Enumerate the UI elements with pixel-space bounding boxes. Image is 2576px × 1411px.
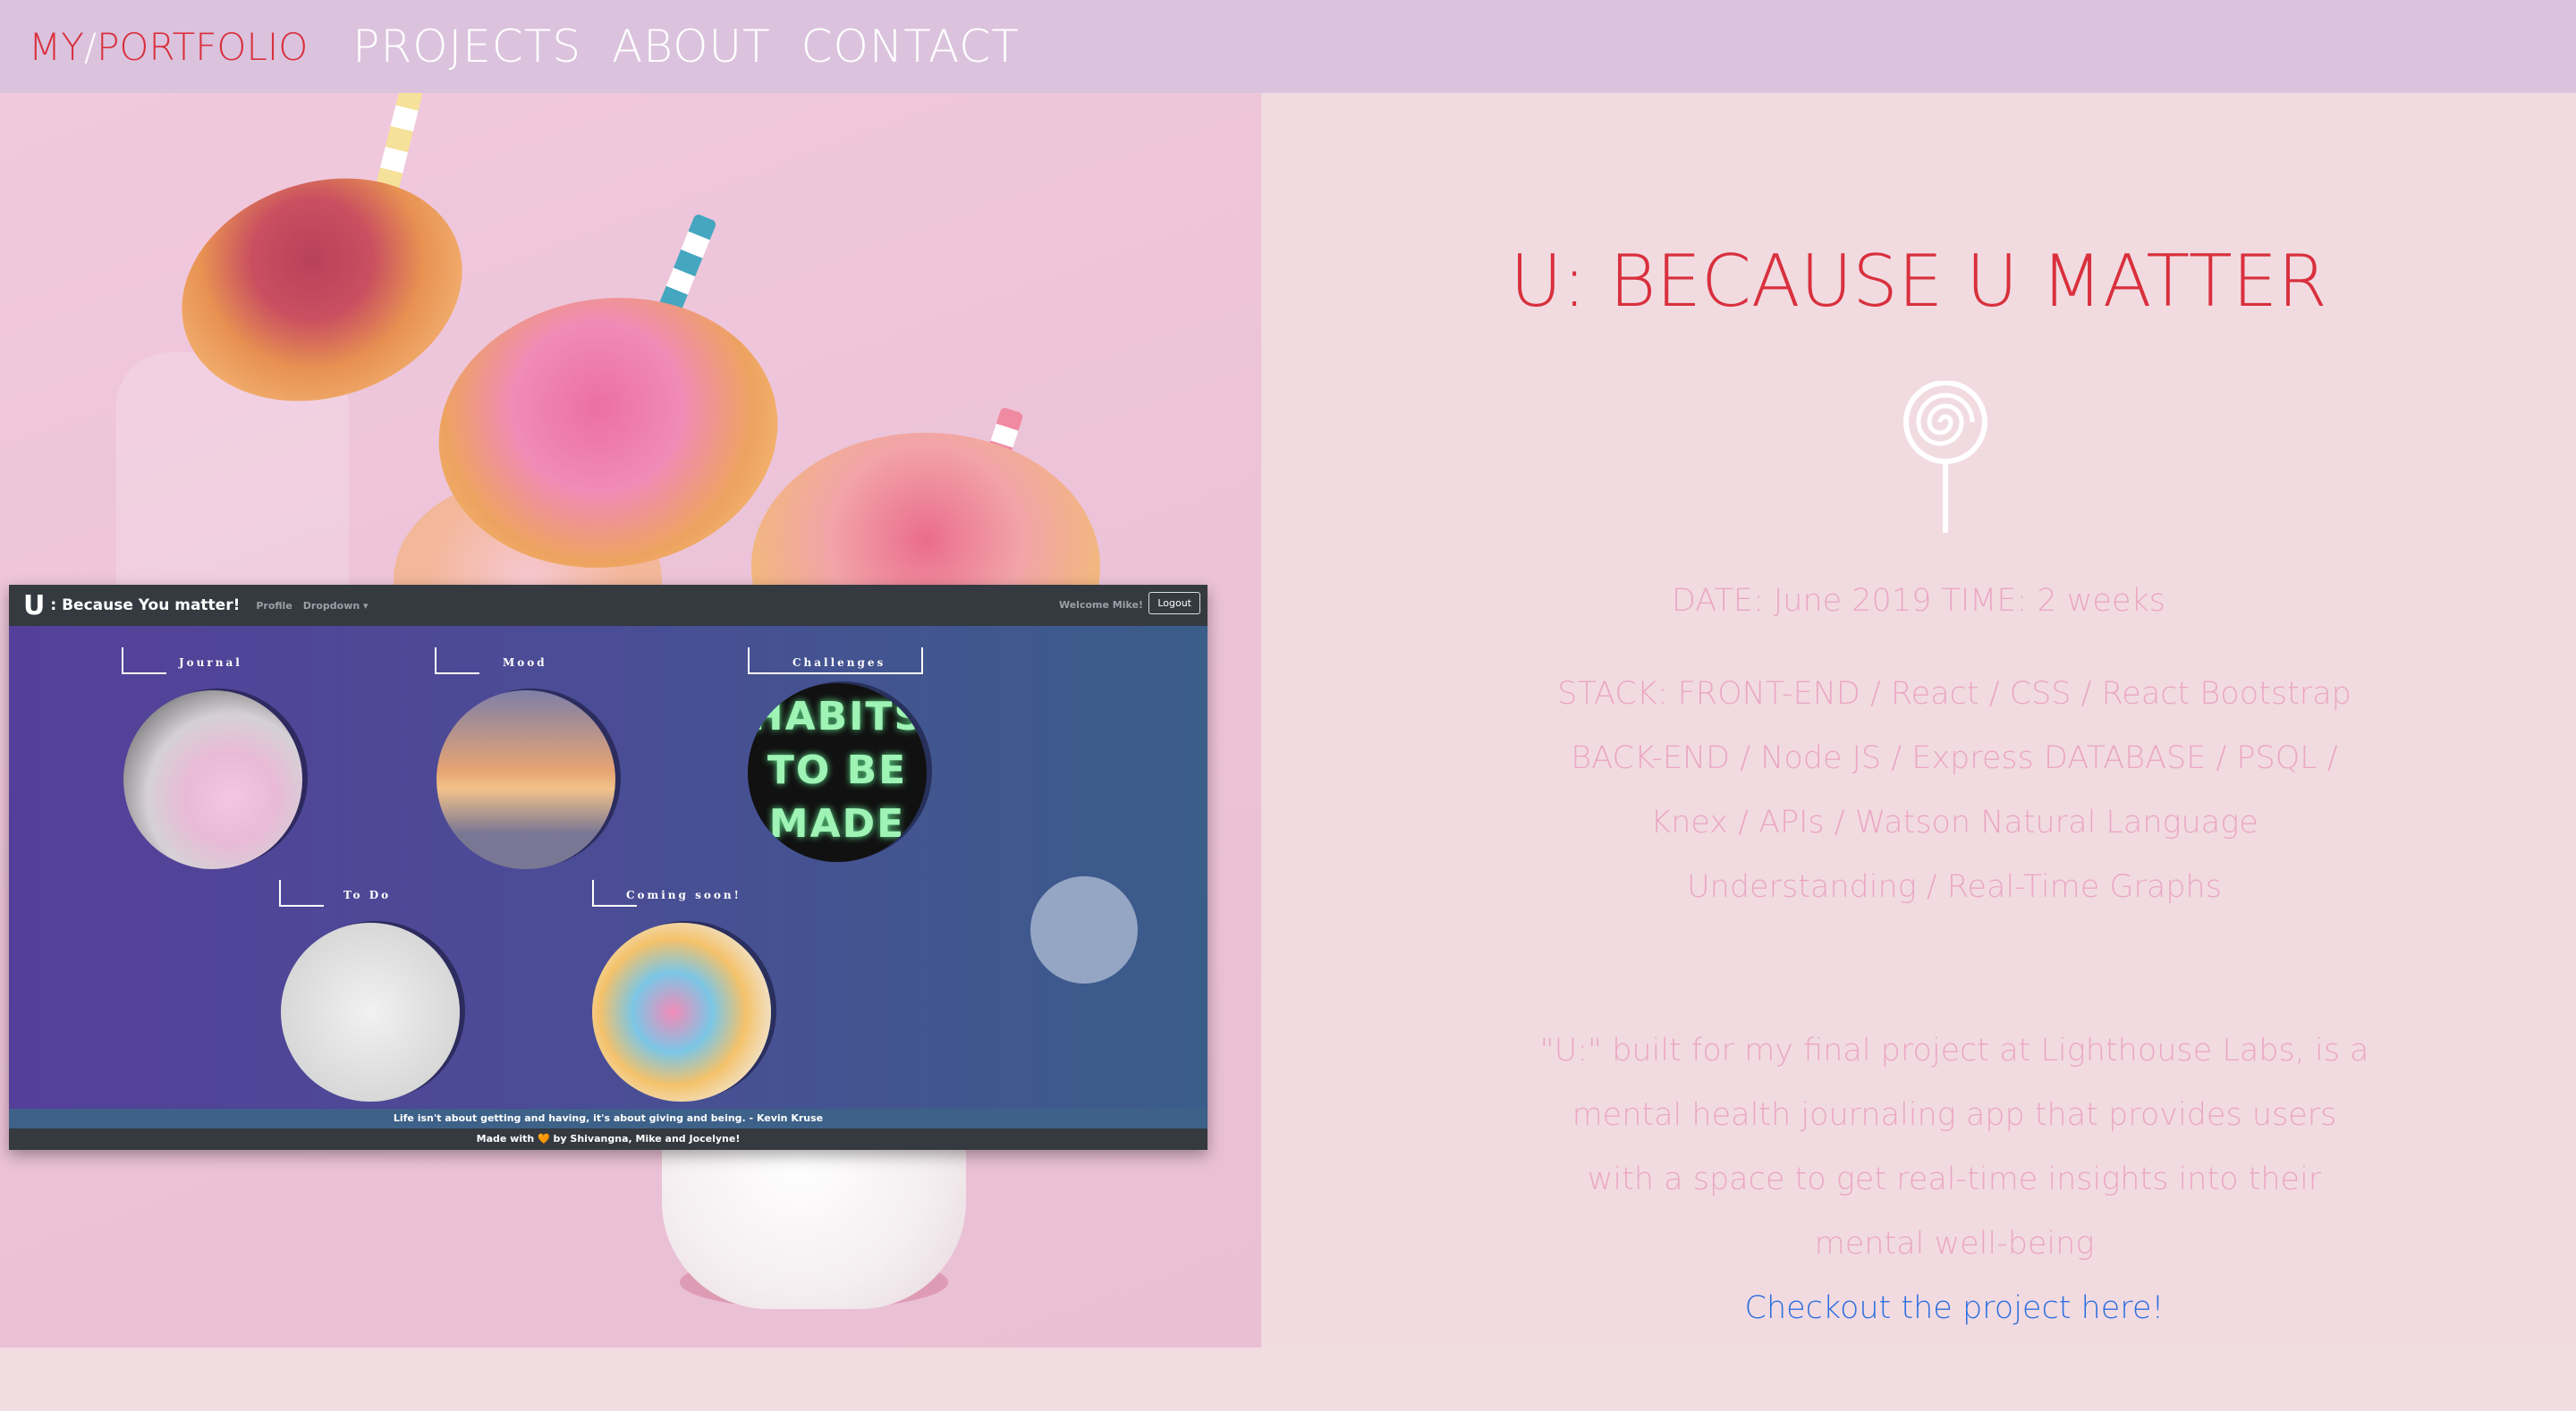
card-label-coming-soon: Coming soon! (626, 889, 741, 901)
app-profile-link: Profile (256, 599, 292, 612)
project-link[interactable]: Checkout the project here! (1745, 1290, 2165, 1326)
coming-soon-card-image (592, 923, 771, 1102)
project-stack: STACK: FRONT-END / React / CSS / React B… (1557, 676, 2351, 905)
brand-portfolio: PORTFOLIO (97, 24, 309, 69)
app-navbar: U : Because You matter! Profile Dropdown… (9, 585, 1208, 626)
app-quote: Life isn't about getting and having, it'… (9, 1109, 1208, 1128)
brand-logo[interactable]: MY/PORTFOLIO (29, 25, 308, 69)
card-label-mood: Mood (503, 656, 547, 669)
lollipop-icon (1903, 381, 1987, 533)
neon-text: HABITS TO BE MADE (750, 694, 925, 847)
project-title: U: BECAUSE U MATTER (1510, 240, 2327, 323)
project-date: DATE: June 2019 TIME: 2 weeks (1671, 583, 2166, 619)
app-logout-button: Logout (1148, 592, 1200, 614)
brand-slash: / (83, 24, 97, 69)
challenges-card-image: HABITS TO BE MADE (748, 683, 927, 862)
card-bracket (122, 647, 166, 674)
card-label-todo: To Do (343, 889, 392, 901)
project-hero-image: U : Because You matter! Profile Dropdown… (0, 93, 1261, 1348)
project-info-panel: U: BECAUSE U MATTER DATE: June 2019 TIME… (1261, 93, 2576, 1348)
app-title: : Because You matter! (50, 596, 241, 614)
nav-about-link[interactable]: ABOUT (612, 21, 771, 72)
app-footer: Made with 🧡 by Shivangna, Mike and Jocel… (9, 1128, 1208, 1150)
app-dropdown-link: Dropdown ▾ (302, 599, 369, 612)
journal-card-image (123, 690, 302, 869)
card-label-challenges: Challenges (792, 656, 886, 669)
project-description: "U:" built for my final project at Light… (1539, 1033, 2369, 1262)
brand-my: MY (29, 24, 84, 69)
todo-card-image (281, 923, 460, 1102)
nav-projects-link[interactable]: PROJECTS (352, 21, 581, 72)
app-logo: U (23, 589, 46, 621)
cursor-highlight (1030, 876, 1138, 984)
project-description-block: "U:" built for my final project at Light… (1534, 1018, 2375, 1340)
card-bracket (435, 647, 479, 674)
card-label-journal: Journal (179, 656, 242, 669)
mood-card-image (436, 690, 615, 869)
card-bracket (279, 880, 324, 907)
app-welcome-text: Welcome Mike! (1058, 599, 1143, 611)
app-screenshot: U : Because You matter! Profile Dropdown… (9, 585, 1208, 1150)
top-nav: MY/PORTFOLIO PROJECTS ABOUT CONTACT (0, 0, 2576, 93)
nav-contact-link[interactable]: CONTACT (801, 21, 1020, 72)
